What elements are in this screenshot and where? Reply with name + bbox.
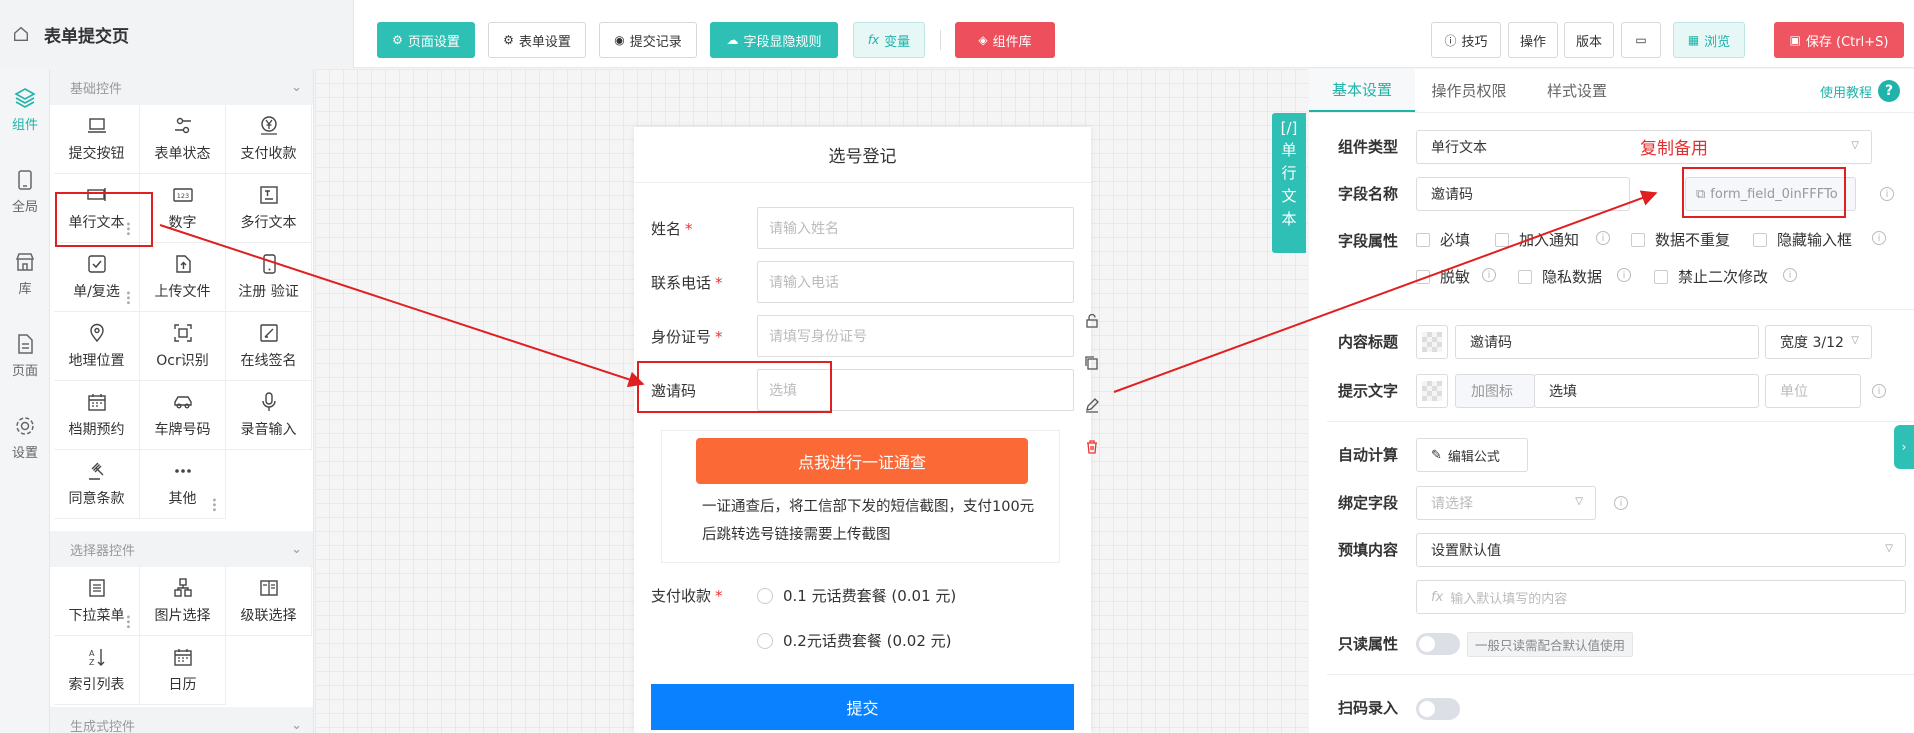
annotation-arrows: [159, 190, 1658, 393]
arrow-component-to-field: [159, 224, 645, 388]
arrow-field-to-id: [1113, 190, 1658, 393]
